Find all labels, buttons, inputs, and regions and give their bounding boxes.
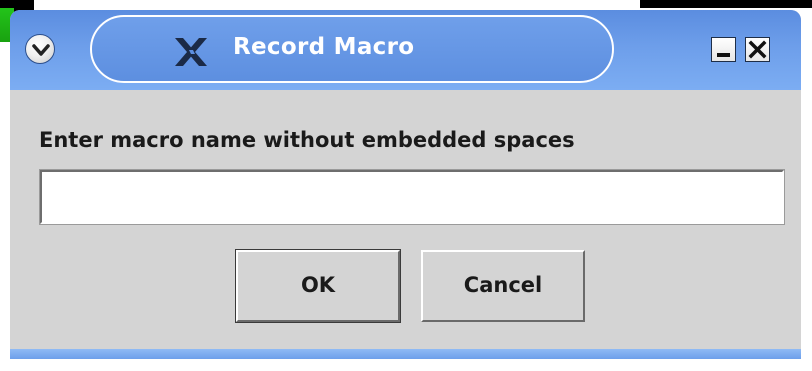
x-logo-icon: [175, 38, 207, 66]
prompt-label: Enter macro name without embedded spaces: [39, 128, 575, 152]
macro-name-input[interactable]: [39, 169, 785, 225]
ok-button[interactable]: OK: [235, 249, 401, 323]
window-bottom-border: [10, 349, 801, 359]
minimize-button[interactable]: [711, 37, 736, 62]
window-menu-button[interactable]: [25, 34, 55, 64]
cancel-button[interactable]: Cancel: [421, 250, 585, 322]
background-window-edge: [640, 0, 812, 8]
close-icon: [748, 40, 767, 59]
chevron-down-icon: [32, 44, 50, 56]
close-button[interactable]: [745, 37, 770, 62]
titlebar: Record Macro: [10, 10, 801, 90]
record-macro-dialog: Record Macro Enter macro name without em…: [10, 10, 801, 359]
window-title: Record Macro: [233, 34, 415, 60]
minimize-icon: [717, 53, 730, 57]
